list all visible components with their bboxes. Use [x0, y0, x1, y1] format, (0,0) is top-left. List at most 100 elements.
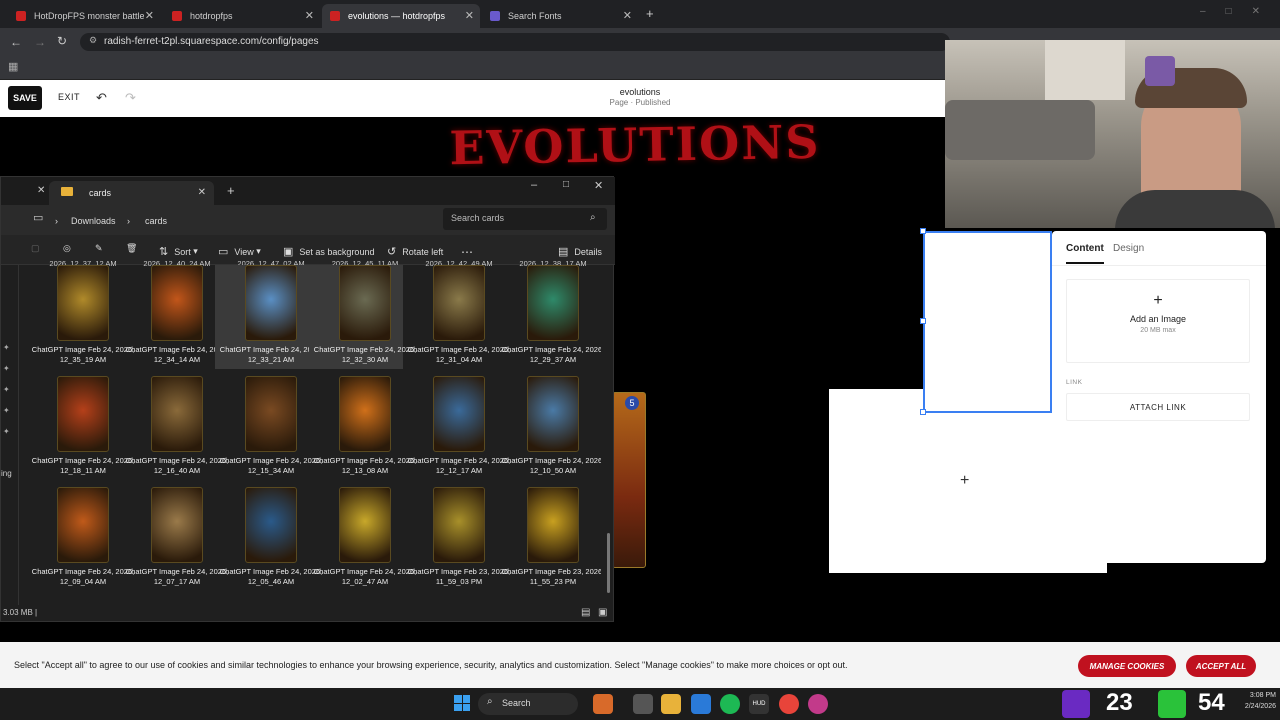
minimize-icon[interactable]: –: [531, 179, 537, 191]
twitch-icon[interactable]: [1062, 690, 1090, 718]
explorer-tab-cards[interactable]: cards ✕: [49, 181, 214, 205]
tiles-view-icon[interactable]: ▣: [598, 607, 607, 618]
view-button[interactable]: ▭ View ▾: [218, 245, 261, 258]
tab-design[interactable]: Design: [1113, 243, 1144, 254]
close-window-icon[interactable]: ✕: [594, 179, 603, 192]
selected-image-block[interactable]: [923, 231, 1052, 413]
apps-grid-icon[interactable]: ▦: [8, 60, 18, 73]
resize-handle[interactable]: [920, 409, 926, 415]
window-controls-icon[interactable]: –□✕: [1200, 6, 1280, 17]
clock-date[interactable]: 2/24/2026: [1230, 703, 1276, 710]
new-tab-icon[interactable]: +: [646, 6, 654, 21]
file-item[interactable]: ChatGPT Image Feb 24, 2026, 12_18_11 AM: [31, 376, 134, 484]
start-windows-icon[interactable]: [454, 695, 470, 711]
browser-tab-search-fonts[interactable]: Search Fonts ✕: [482, 4, 638, 28]
redo-icon[interactable]: ↷: [125, 90, 136, 106]
breadcrumb-downloads[interactable]: Downloads: [71, 216, 116, 226]
chrome-profile-icon[interactable]: [808, 694, 828, 714]
details-button[interactable]: ▤ Details: [558, 245, 602, 258]
browser-tab-hotdropfps[interactable]: hotdropfps ✕: [164, 4, 320, 28]
rotate-left-button[interactable]: ↺ Rotate left: [387, 245, 443, 258]
this-pc-icon[interactable]: ▭: [33, 211, 43, 224]
file-explorer-icon[interactable]: [661, 694, 681, 714]
manage-cookies-button[interactable]: MANAGE COOKIES: [1078, 655, 1176, 677]
close-tab-icon[interactable]: ✕: [198, 187, 206, 198]
rename-icon[interactable]: ✎: [95, 243, 103, 254]
file-item[interactable]: ChatGPT Image Feb 24, 2026, 12_34_14 AM: [125, 265, 228, 373]
file-item[interactable]: ChatGPT Image Feb 24, 2026, 12_35_19 AM: [31, 265, 134, 373]
set-background-button[interactable]: ▣ Set as background: [283, 245, 374, 258]
card-thumbnail-image: [433, 265, 485, 341]
add-block-plus-icon[interactable]: +: [960, 472, 969, 490]
file-item[interactable]: ChatGPT Image Feb 24, 2026, 12_31_04 AM: [407, 265, 510, 373]
task-view-icon[interactable]: [633, 694, 653, 714]
view-icon: ▭: [218, 246, 229, 258]
card-thumbnail-image: [527, 376, 579, 452]
reload-icon[interactable]: ↻: [57, 34, 67, 48]
file-item[interactable]: ChatGPT Image Feb 24, 2026, 12_15_34 AM: [219, 376, 322, 484]
resize-handle[interactable]: [920, 228, 926, 234]
attach-link-button[interactable]: ATTACH LINK: [1066, 393, 1250, 421]
file-item[interactable]: ChatGPT Image Feb 23, 2026, 11_55_23 PM: [501, 487, 601, 595]
close-tab-icon[interactable]: ✕: [145, 9, 154, 22]
file-item[interactable]: ChatGPT Image Feb 24, 2026, 12_29_37 AM: [501, 265, 601, 373]
close-tab-icon[interactable]: ✕: [623, 9, 632, 22]
taskbar-search[interactable]: Search: [478, 693, 578, 715]
notepad-icon[interactable]: [691, 694, 711, 714]
card-thumbnail-image: [57, 265, 109, 341]
file-item[interactable]: ChatGPT Image Feb 24, 2026, 12_10_50 AM: [501, 376, 601, 484]
status-bar: 3.03 MB |: [3, 608, 38, 617]
card-level-badge: 5: [625, 396, 639, 410]
search-highlight-icon[interactable]: [593, 694, 613, 714]
hud-fx-icon[interactable]: HUD: [749, 694, 769, 714]
save-button[interactable]: SAVE: [8, 86, 42, 110]
close-tab-icon[interactable]: ✕: [305, 9, 314, 22]
url-bar[interactable]: radish-ferret-t2pl.squarespace.com/confi…: [80, 33, 950, 51]
file-item[interactable]: ChatGPT Image Feb 24, 2026, 12_05_46 AM: [219, 487, 322, 595]
file-item[interactable]: ChatGPT Image Feb 24, 2026, 12_33_21 AM: [215, 265, 322, 373]
nav-item-partial[interactable]: ing: [1, 469, 12, 478]
sort-button[interactable]: ⇅ Sort ▾: [159, 245, 198, 258]
delete-icon[interactable]: 🗑: [126, 243, 137, 254]
exit-button[interactable]: EXIT: [58, 92, 80, 102]
kick-icon[interactable]: [1158, 690, 1186, 718]
hero-title[interactable]: EVOLUTIONS: [430, 114, 841, 181]
details-view-icon[interactable]: ▤: [581, 607, 590, 618]
site-info-icon[interactable]: ⚙: [89, 35, 97, 46]
file-item[interactable]: ChatGPT Image Feb 24, 2026, 12_09_04 AM: [31, 487, 134, 595]
spotify-icon[interactable]: [720, 694, 740, 714]
file-item[interactable]: ChatGPT Image Feb 24, 2026, 12_07_17 AM: [125, 487, 228, 595]
card-thumbnail-image: [245, 376, 297, 452]
file-item[interactable]: ChatGPT Image Feb 24, 2026, 12_16_40 AM: [125, 376, 228, 484]
file-item[interactable]: ChatGPT Image Feb 23, 2026, 11_59_03 PM: [407, 487, 510, 595]
browser-tab-evolutions[interactable]: evolutions — hotdropfps ✕: [322, 4, 480, 28]
copy-icon[interactable]: ▢: [31, 243, 40, 254]
accept-all-button[interactable]: ACCEPT ALL: [1186, 655, 1256, 677]
search-icon[interactable]: ⌕: [590, 212, 596, 223]
close-tab-icon[interactable]: ✕: [465, 9, 474, 22]
search-input[interactable]: Search cards: [443, 208, 607, 230]
file-item[interactable]: ChatGPT Image Feb 24, 2026, 12_02_47 AM: [313, 487, 416, 595]
chrome-icon[interactable]: [779, 694, 799, 714]
forward-arrow-icon[interactable]: →: [34, 35, 46, 49]
add-image-dropzone[interactable]: + Add an Image 20 MB max: [1066, 279, 1250, 363]
clock-time[interactable]: 3:08 PM: [1230, 692, 1276, 699]
file-item[interactable]: ChatGPT Image Feb 24, 2026, 12_13_08 AM: [313, 376, 416, 484]
card-preview-image[interactable]: [612, 392, 646, 568]
back-arrow-icon[interactable]: ←: [10, 35, 22, 49]
sort-icon: ⇅: [159, 246, 169, 258]
file-item[interactable]: ChatGPT Image Feb 24, 2026, 12_32_30 AM: [309, 265, 416, 373]
new-tab-icon[interactable]: +: [227, 183, 235, 198]
undo-icon[interactable]: ↶: [96, 90, 107, 106]
file-item[interactable]: ChatGPT Image Feb 24, 2026, 12_12_17 AM: [407, 376, 510, 484]
tab-content[interactable]: Content: [1066, 243, 1104, 264]
maximize-icon[interactable]: □: [563, 179, 569, 190]
breadcrumb-separator-icon: ›: [127, 216, 130, 226]
scrollbar-thumb[interactable]: [607, 533, 610, 593]
browser-tab-hotdrop-monster[interactable]: HotDropFPS monster battle sty ✕: [8, 4, 160, 28]
resize-handle[interactable]: [920, 318, 926, 324]
close-prev-tab-icon[interactable]: ✕: [37, 185, 45, 196]
more-options-icon[interactable]: ⋯: [461, 245, 473, 259]
breadcrumb-cards[interactable]: cards: [145, 216, 167, 226]
share-icon[interactable]: ◎: [63, 243, 71, 254]
